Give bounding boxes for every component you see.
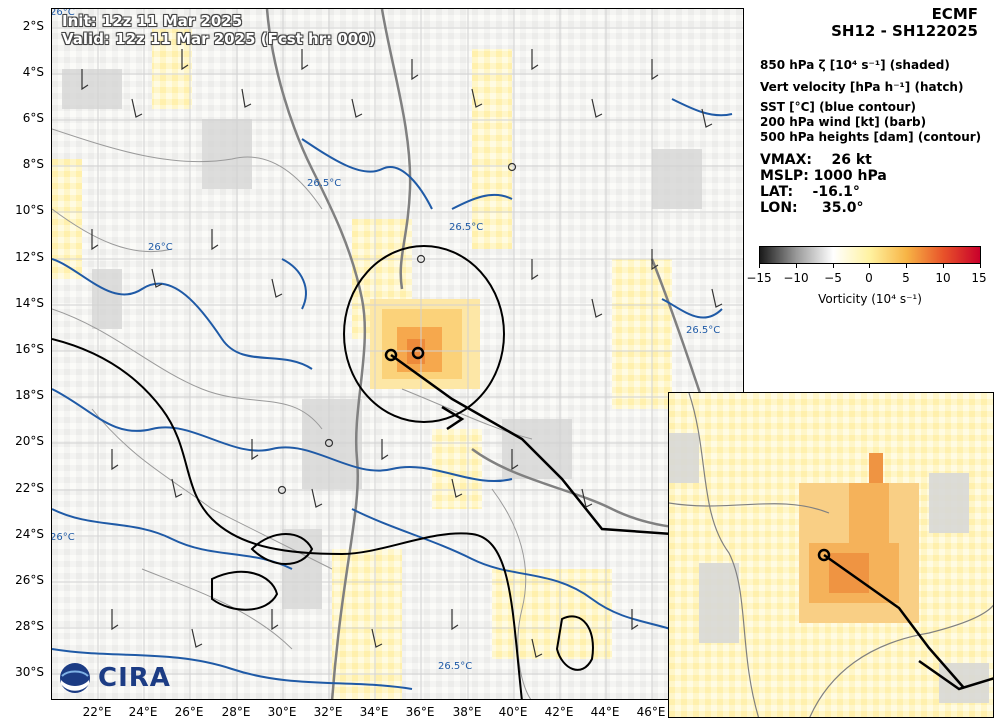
lon-tick: 22°E — [82, 705, 112, 719]
colorbar-tickmark — [980, 264, 981, 268]
lat-tick: 12°S — [15, 250, 44, 264]
colorbar-tick: −5 — [824, 271, 842, 285]
map-panel: 26°C 26.5°C 26.5°C 26°C 26°C 26.5°C 26.5… — [51, 8, 744, 700]
lat-tick: 8°S — [22, 157, 44, 171]
sst-label: 26.5°C — [686, 325, 720, 336]
lat-tick: 28°S — [15, 619, 44, 633]
colorbar-tickmark — [833, 264, 834, 268]
lon-tick: 28°E — [221, 705, 251, 719]
lon-tick: 44°E — [590, 705, 620, 719]
lat-tick: 4°S — [22, 65, 44, 79]
field-description: 200 hPa wind [kt] (barb) — [760, 115, 927, 129]
lon-tick: 36°E — [405, 705, 435, 719]
lon-tick: 30°E — [267, 705, 297, 719]
lat-tick: 22°S — [15, 481, 44, 495]
sst-label: 26°C — [52, 532, 75, 543]
sst-label: 26.5°C — [449, 222, 483, 233]
colorbar-tick: 15 — [971, 271, 987, 285]
lat-tick: 16°S — [15, 342, 44, 356]
model-name: ECMF — [931, 5, 978, 23]
lat-tick: 30°S — [15, 665, 44, 679]
vorticity-colorbar — [759, 246, 981, 264]
lat-tick: 14°S — [15, 296, 44, 310]
lat-tick: 18°S — [15, 388, 44, 402]
stat-lat: LAT: -16.1° — [760, 184, 860, 200]
lat-tick: 10°S — [15, 203, 44, 217]
map-canvas: 26°C 26.5°C 26.5°C 26°C 26°C 26.5°C 26.5… — [52, 9, 743, 699]
colorbar-label: Vorticity (10⁴ s⁻¹) — [818, 292, 922, 306]
field-description: Vert velocity [hPa h⁻¹] (hatch) — [760, 80, 964, 94]
lon-tick: 46°E — [636, 705, 666, 719]
init-time-label: Init: 12z 11 Mar 2025 — [62, 12, 243, 30]
stat-vmax: VMAX: 26 kt — [760, 152, 872, 168]
lat-tick: 6°S — [22, 111, 44, 125]
sst-label: 26°C — [148, 242, 173, 253]
lon-tick: 40°E — [498, 705, 528, 719]
lon-tick: 34°E — [359, 705, 389, 719]
colorbar-tickmark — [906, 264, 907, 268]
lat-tick: 24°S — [15, 527, 44, 541]
noaa-logo-icon — [60, 663, 90, 693]
lon-tick: 38°E — [452, 705, 482, 719]
stat-lon: LON: 35.0° — [760, 200, 864, 216]
lat-tick: 26°S — [15, 573, 44, 587]
inset-canvas — [669, 393, 993, 717]
lon-tick: 26°E — [174, 705, 204, 719]
valid-time-label: Valid: 12z 11 Mar 2025 (Fcst hr: 000) — [62, 30, 376, 48]
colorbar-tick: 5 — [902, 271, 910, 285]
colorbar-tick: −15 — [746, 271, 772, 285]
lat-tick: 20°S — [15, 434, 44, 448]
stat-mslp: MSLP: 1000 hPa — [760, 168, 887, 184]
sst-label: 26.5°C — [307, 178, 341, 189]
colorbar-tick: −10 — [783, 271, 809, 285]
lon-tick: 42°E — [544, 705, 574, 719]
logo-text: CIRA — [98, 663, 171, 693]
sst-label: 26.5°C — [438, 661, 472, 672]
lat-tick: 2°S — [22, 19, 44, 33]
field-description: 500 hPa heights [dam] (contour) — [760, 130, 982, 144]
field-description: 850 hPa ζ [10⁴ s⁻¹] (shaded) — [760, 58, 950, 72]
field-description: SST [°C] (blue contour) — [760, 100, 916, 114]
colorbar-tickmark — [759, 264, 760, 268]
colorbar-tick: 0 — [865, 271, 873, 285]
lon-tick: 32°E — [313, 705, 343, 719]
colorbar-tickmark — [796, 264, 797, 268]
colorbar-tick: 10 — [935, 271, 951, 285]
info-panel: ECMF SH12 - SH122025 850 hPa ζ [10⁴ s⁻¹]… — [746, 0, 1000, 390]
inset-zoom-panel — [668, 392, 994, 718]
storm-id: SH12 - SH122025 — [831, 22, 978, 40]
cira-logo: CIRA — [58, 662, 171, 694]
colorbar-tickmark — [869, 264, 870, 268]
vorticity-core — [370, 299, 480, 389]
colorbar-tickmark — [943, 264, 944, 268]
lon-tick: 24°E — [128, 705, 158, 719]
